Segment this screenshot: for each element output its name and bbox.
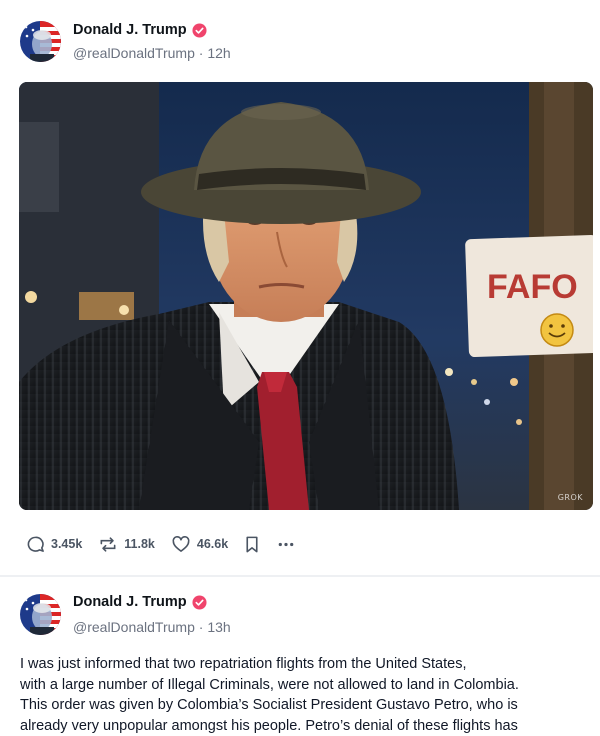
retruth-icon — [98, 535, 118, 554]
post-text-line: with a large number of Illegal Criminals… — [20, 675, 580, 696]
post-timestamp[interactable]: 12h — [207, 45, 230, 61]
meta-separator: · — [199, 619, 204, 635]
post-card: Donald J. Trump @realDonaldTrump · 13h I… — [0, 577, 600, 733]
bookmark-button[interactable] — [244, 535, 260, 554]
meta-separator: · — [199, 45, 204, 61]
author-handle[interactable]: @realDonaldTrump — [73, 45, 195, 61]
avatar[interactable] — [20, 594, 61, 635]
reply-count: 3.45k — [51, 537, 82, 551]
verified-badge-icon — [192, 23, 207, 38]
retruth-count: 11.8k — [124, 537, 155, 551]
heart-icon — [171, 535, 191, 554]
author-name[interactable]: Donald J. Trump — [73, 22, 187, 38]
retruth-button[interactable]: 11.8k — [98, 535, 155, 554]
reply-icon — [26, 535, 45, 554]
post-card: Donald J. Trump @realDonaldTrump · 12h — [0, 0, 600, 575]
author-meta: @realDonaldTrump · 13h — [73, 619, 231, 635]
sign-text: FAFO — [487, 268, 578, 306]
avatar[interactable] — [20, 21, 61, 62]
author-row: Donald J. Trump — [73, 594, 207, 610]
more-options-button[interactable] — [276, 535, 296, 554]
verified-badge-icon — [192, 595, 207, 610]
post-text-line: I was just informed that two repatriatio… — [20, 654, 580, 675]
post-text: I was just informed that two repatriatio… — [20, 654, 580, 736]
more-icon — [276, 535, 296, 554]
reply-button[interactable]: 3.45k — [26, 535, 82, 554]
bookmark-icon — [244, 535, 260, 554]
author-name[interactable]: Donald J. Trump — [73, 594, 187, 610]
post-actions: 3.45k 11.8k 46.6k — [26, 534, 296, 554]
author-row: Donald J. Trump — [73, 22, 207, 38]
post-image[interactable]: FAFO — [19, 82, 593, 510]
author-handle[interactable]: @realDonaldTrump — [73, 619, 195, 635]
like-button[interactable]: 46.6k — [171, 535, 228, 554]
author-meta: @realDonaldTrump · 12h — [73, 45, 231, 61]
like-count: 46.6k — [197, 537, 228, 551]
post-timestamp[interactable]: 13h — [207, 619, 230, 635]
post-text-line: This order was given by Colombia’s Socia… — [20, 695, 580, 716]
image-watermark: GROK — [558, 493, 583, 502]
